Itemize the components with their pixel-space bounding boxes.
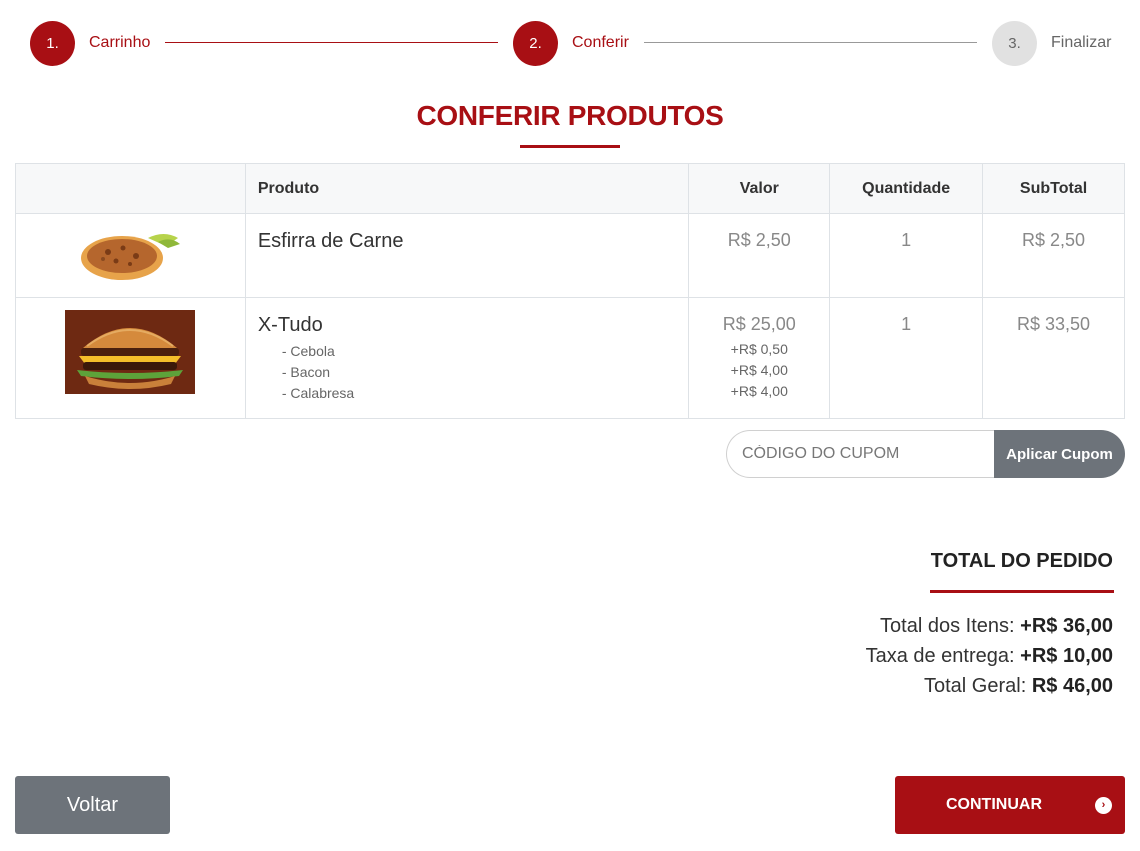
step-number: 1.	[30, 20, 75, 66]
product-price: R$ 25,00	[722, 314, 796, 334]
grand-total-value: R$ 46,00	[1031, 675, 1113, 697]
total-items-label: Total dos Itens:	[880, 615, 1015, 637]
step-review[interactable]: 2. Conferir	[513, 20, 629, 66]
continue-button[interactable]: CONTINUAR ›	[895, 776, 1125, 834]
header-image	[15, 163, 246, 214]
header-subtotal: SubTotal	[982, 163, 1125, 214]
total-items-line: Total dos Itens: +R$ 36,00	[880, 615, 1113, 638]
header-price: Valor	[688, 163, 831, 214]
burger-image	[65, 310, 196, 394]
apply-coupon-button[interactable]: Aplicar Cupom	[994, 430, 1125, 478]
step-connector	[644, 42, 977, 43]
chevron-right-circle-icon: ›	[1095, 797, 1112, 814]
products-table: Produto Valor Quantidade SubTotal Esfirr…	[15, 163, 1125, 419]
table-row: X-Tudo - Cebola - Bacon - Calabresa R$ 2…	[15, 297, 1125, 419]
checkout-stepper: 1. Carrinho 2. Conferir 3. Finalizar	[30, 20, 1115, 66]
delivery-fee-line: Taxa de entrega: +R$ 10,00	[866, 645, 1113, 668]
delivery-fee-label: Taxa de entrega:	[865, 645, 1015, 667]
quantity-cell: 1	[829, 213, 984, 298]
step-number: 3.	[992, 20, 1037, 66]
product-cell: X-Tudo - Cebola - Bacon - Calabresa	[244, 297, 690, 419]
step-label: Finalizar	[1051, 34, 1112, 51]
price-cell: R$ 25,00 +R$ 0,50 +R$ 4,00 +R$ 4,00	[688, 297, 831, 419]
title-underline	[520, 145, 620, 148]
extra-price: +R$ 4,00	[730, 362, 788, 378]
coupon-group: Aplicar Cupom	[726, 430, 1125, 478]
totals-title: TOTAL DO PEDIDO	[930, 550, 1113, 572]
step-connector	[165, 42, 498, 43]
product-cell: Esfirra de Carne	[244, 213, 690, 298]
header-product: Produto	[244, 163, 690, 214]
product-extra: - Calabresa	[281, 385, 355, 401]
step-number: 2.	[513, 20, 558, 66]
extra-price: +R$ 4,00	[730, 383, 788, 399]
product-subtotal: R$ 2,50	[1022, 230, 1086, 250]
header-quantity: Quantidade	[829, 163, 984, 214]
subtotal-cell: R$ 2,50	[982, 213, 1125, 298]
continue-label: CONTINUAR	[946, 796, 1042, 813]
product-extra: - Cebola	[281, 343, 335, 359]
product-extra: - Bacon	[281, 364, 331, 380]
product-subtotal: R$ 33,50	[1017, 314, 1091, 334]
page-title: CONFERIR PRODUTOS	[416, 100, 724, 131]
delivery-fee-value: +R$ 10,00	[1020, 645, 1113, 667]
grand-total-line: Total Geral: R$ 46,00	[924, 675, 1113, 698]
product-quantity: 1	[901, 314, 912, 334]
total-items-value: +R$ 36,00	[1020, 615, 1113, 637]
price-cell: R$ 2,50	[688, 213, 831, 298]
product-image-cell	[15, 297, 246, 419]
step-cart[interactable]: 1. Carrinho	[30, 20, 150, 66]
product-image-cell	[15, 213, 246, 298]
table-header-row: Produto Valor Quantidade SubTotal	[15, 163, 1125, 214]
step-label: Conferir	[572, 34, 629, 51]
product-name: Esfirra de Carne	[257, 230, 404, 252]
table-row: Esfirra de Carne R$ 2,50 1 R$ 2,50	[15, 213, 1125, 298]
product-quantity: 1	[901, 230, 912, 250]
step-label: Carrinho	[89, 34, 151, 51]
pizza-image	[81, 234, 181, 280]
extra-price: +R$ 0,50	[730, 341, 788, 357]
product-name: X-Tudo	[257, 314, 323, 336]
step-finish[interactable]: 3. Finalizar	[992, 20, 1111, 66]
subtotal-cell: R$ 33,50	[982, 297, 1125, 419]
quantity-cell: 1	[829, 297, 984, 419]
totals-underline	[930, 590, 1114, 593]
product-price: R$ 2,50	[727, 230, 791, 250]
grand-total-label: Total Geral:	[924, 675, 1027, 697]
back-button[interactable]: Voltar	[15, 776, 170, 834]
coupon-input[interactable]	[726, 430, 994, 478]
